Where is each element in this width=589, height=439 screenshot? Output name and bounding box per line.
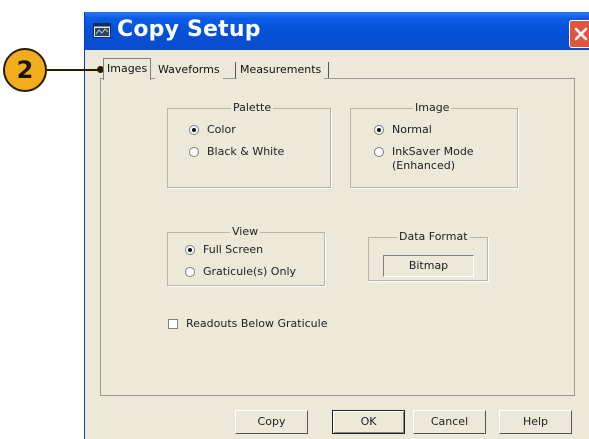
readouts-below-graticule-checkbox[interactable] (168, 319, 178, 329)
palette-color-label: Color (207, 123, 236, 136)
title-bar[interactable]: Copy Setup (85, 12, 589, 50)
image-inksaver-radio[interactable]: InkSaver Mode (374, 145, 474, 158)
window-title: Copy Setup (117, 17, 261, 42)
view-graticule-only-label: Graticule(s) Only (203, 265, 297, 278)
close-button[interactable] (569, 20, 589, 48)
cancel-button[interactable]: Cancel (413, 410, 486, 434)
close-icon (574, 27, 588, 41)
tab-separator (328, 62, 329, 78)
view-full-screen-radio[interactable]: Full Screen (185, 243, 263, 256)
ok-button[interactable]: OK (332, 410, 405, 434)
image-inksaver-label-line2: (Enhanced) (392, 159, 455, 172)
palette-black-white-radio[interactable]: Black & White (189, 145, 284, 158)
copy-button[interactable]: Copy (235, 410, 308, 434)
view-group-label: View (230, 225, 261, 238)
radio-unselected-icon (189, 147, 199, 157)
palette-group-label: Palette (231, 101, 274, 114)
help-button[interactable]: Help (499, 410, 572, 434)
tab-separator (235, 62, 236, 78)
radio-unselected-icon (374, 147, 384, 157)
tab-waveforms[interactable]: Waveforms (155, 60, 223, 80)
tab-measurements[interactable]: Measurements (237, 60, 325, 80)
radio-selected-icon (189, 125, 199, 135)
image-normal-radio[interactable]: Normal (374, 123, 432, 136)
data-format-field[interactable]: Bitmap (383, 255, 474, 277)
radio-selected-icon (374, 125, 384, 135)
tab-images[interactable]: Images (103, 58, 152, 80)
palette-black-white-label: Black & White (207, 145, 285, 158)
palette-color-radio[interactable]: Color (189, 123, 236, 136)
data-format-label: Data Format (397, 230, 470, 243)
readouts-below-graticule-label: Readouts Below Graticule (186, 317, 328, 330)
view-full-screen-label: Full Screen (203, 243, 264, 256)
app-window-icon (93, 23, 111, 38)
image-inksaver-label: InkSaver Mode (392, 145, 474, 158)
image-normal-label: Normal (392, 123, 432, 136)
callout-leader-line (47, 69, 99, 71)
radio-unselected-icon (185, 267, 195, 277)
step-callout-badge: 2 (3, 48, 47, 92)
radio-selected-icon (185, 245, 195, 255)
view-graticule-only-radio[interactable]: Graticule(s) Only (185, 265, 296, 278)
image-group-label: Image (413, 101, 452, 114)
